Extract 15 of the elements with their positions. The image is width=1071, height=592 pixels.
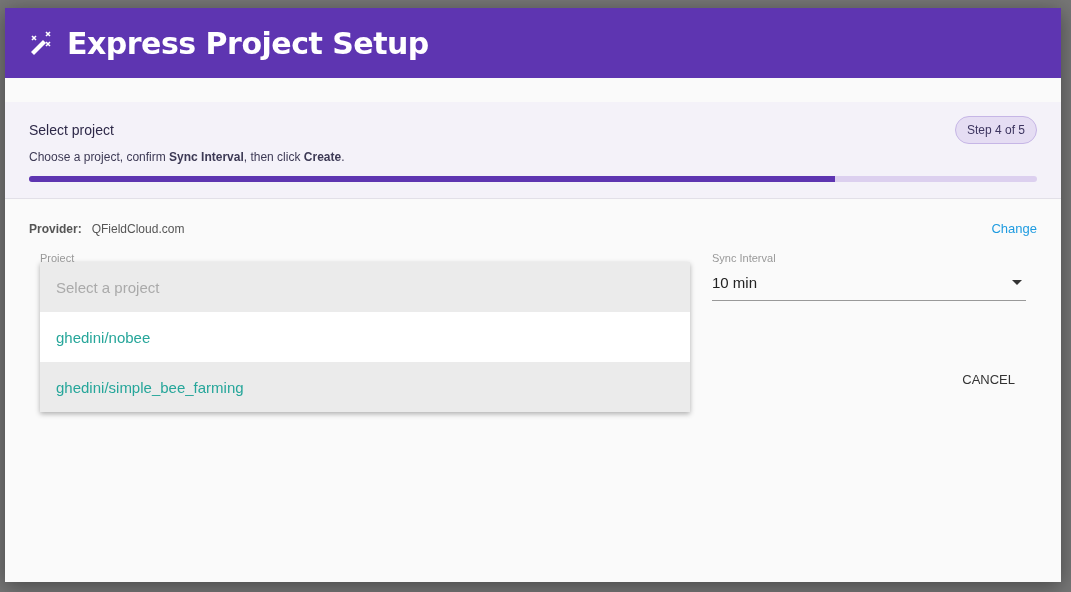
change-link[interactable]: Change: [991, 221, 1037, 236]
project-select[interactable]: Select a project: [40, 262, 690, 312]
cancel-button[interactable]: CANCEL: [954, 364, 1023, 395]
sync-interval-select[interactable]: 10 min: [712, 264, 1026, 301]
dialog-title: Express Project Setup: [67, 25, 429, 61]
provider-value: QFieldCloud.com: [91, 221, 185, 236]
menu-option[interactable]: ghedini/nobee: [40, 312, 690, 362]
dropdown-caret-icon: [1012, 279, 1022, 285]
step-title: Select project: [29, 122, 114, 138]
menu-option[interactable]: ghedini/simple_bee_farming: [40, 362, 690, 412]
field-label: Project: [40, 252, 76, 264]
step-instruction: Choose a project, confirm Sync Interval, then click Create.: [29, 150, 346, 164]
provider-label: Provider:: [29, 221, 82, 236]
field-label: Sync Interval: [712, 252, 777, 264]
step-badge: Step 4 of 5: [954, 116, 1037, 144]
